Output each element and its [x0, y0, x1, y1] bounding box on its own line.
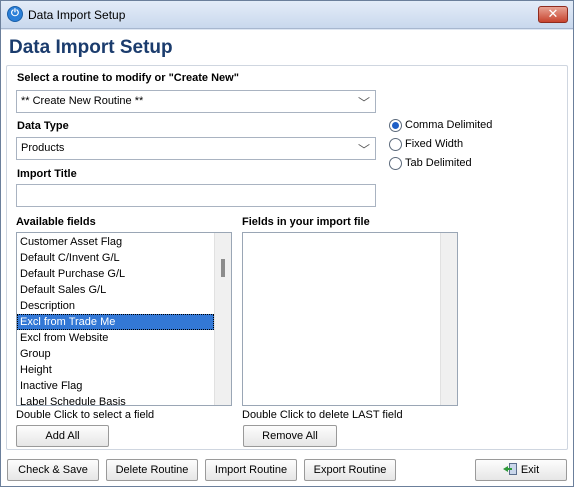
import-fields-list[interactable] — [242, 232, 458, 406]
page-title: Data Import Setup — [9, 37, 173, 58]
list-item[interactable]: Inactive Flag — [17, 378, 214, 394]
exit-door-icon — [502, 463, 517, 475]
list-item[interactable]: Default C/Invent G/L — [17, 250, 214, 266]
list-item[interactable]: Excl from Website — [17, 330, 214, 346]
power-icon: ⏻ — [7, 6, 23, 22]
data-type-select-value: Products — [21, 142, 65, 154]
exit-button[interactable]: Exit — [475, 459, 567, 481]
routine-label: Select a routine to modify or "Create Ne… — [17, 72, 239, 84]
remove-all-button[interactable]: Remove All — [243, 425, 337, 447]
available-fields-label: Available fields — [16, 216, 96, 228]
scrollbar[interactable] — [440, 233, 457, 405]
check-save-button[interactable]: Check & Save — [7, 459, 99, 481]
import-title-label: Import Title — [17, 168, 77, 180]
data-import-window: ⏻ Data Import Setup ✕ Data Import Setup … — [0, 0, 574, 487]
list-item[interactable]: Customer Asset Flag — [17, 234, 214, 250]
import-routine-label: Import Routine — [214, 464, 288, 476]
import-routine-button[interactable]: Import Routine — [205, 459, 297, 481]
radio-button[interactable] — [389, 157, 402, 170]
list-item[interactable]: Default Sales G/L — [17, 282, 214, 298]
radio-button-checked[interactable] — [389, 119, 402, 132]
list-item[interactable]: Group — [17, 346, 214, 362]
chevron-down-icon: ﹀ — [357, 143, 370, 157]
exit-label: Exit — [520, 464, 540, 476]
setup-panel: Select a routine to modify or "Create Ne… — [6, 65, 568, 450]
routine-select-value: ** Create New Routine ** — [21, 95, 144, 107]
remove-all-label: Remove All — [262, 430, 318, 442]
import-title-input[interactable] — [16, 184, 376, 207]
radio-label: Fixed Width — [405, 138, 464, 150]
list-item[interactable]: Excl from Trade Me — [17, 314, 214, 330]
available-fields-list[interactable]: Customer Asset Flag Default C/Invent G/L D… — [16, 232, 232, 406]
add-all-button[interactable]: Add All — [16, 425, 109, 447]
export-routine-button[interactable]: Export Routine — [304, 459, 396, 481]
import-fields-label: Fields in your import file — [242, 216, 370, 228]
routine-select[interactable]: ** Create New Routine ** ﹀ — [16, 90, 376, 113]
scrollbar[interactable] — [214, 233, 231, 405]
radio-label: Comma Delimited — [405, 119, 493, 131]
radio-button[interactable] — [389, 138, 402, 151]
chevron-down-icon: ﹀ — [357, 96, 370, 110]
delete-routine-label: Delete Routine — [115, 464, 189, 476]
list-item[interactable]: Height — [17, 362, 214, 378]
check-save-label: Check & Save — [18, 464, 88, 476]
delete-routine-button[interactable]: Delete Routine — [106, 459, 198, 481]
available-fields-hint: Double Click to select a field — [16, 409, 155, 421]
import-fields-hint: Double Click to delete LAST field — [242, 409, 403, 421]
list-item[interactable]: Label Schedule Basis — [17, 394, 214, 405]
list-item[interactable]: Default Purchase G/L — [17, 266, 214, 282]
main-content: Data Import Setup Select a routine to mo… — [1, 30, 573, 486]
data-type-label: Data Type — [17, 120, 69, 132]
title-bar[interactable]: ⏻ Data Import Setup ✕ — [1, 1, 573, 29]
data-type-select[interactable]: Products ﹀ — [16, 137, 376, 160]
radio-label: Tab Delimited — [405, 157, 472, 169]
list-item[interactable]: Description — [17, 298, 214, 314]
add-all-label: Add All — [45, 430, 80, 442]
close-button[interactable]: ✕ — [538, 6, 568, 23]
export-routine-label: Export Routine — [313, 464, 387, 476]
window-title: Data Import Setup — [28, 8, 126, 22]
scroll-thumb[interactable] — [221, 259, 225, 277]
